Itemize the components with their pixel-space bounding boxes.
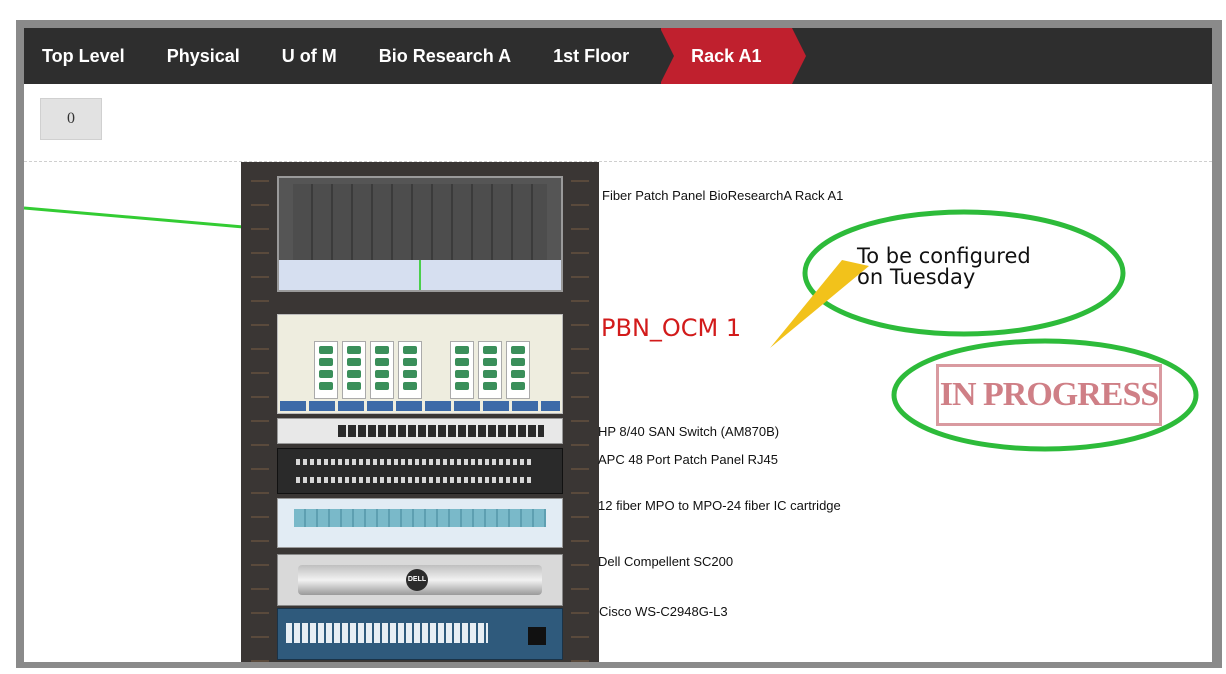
window-frame: Top Level Physical U of M Bio Research A… [16,20,1222,668]
device-label-pbn-ocm[interactable]: PBN_OCM 1 [601,314,741,342]
mpo-cartridge-device[interactable] [277,498,563,548]
rack-view: Top Level Physical U of M Bio Research A… [24,28,1212,662]
breadcrumb: Top Level Physical U of M Bio Research A… [24,28,1212,84]
device-label-mpo-cartridge[interactable]: 12 fiber MPO to MPO-24 fiber IC cartridg… [598,498,841,513]
device-label-fiber-panel[interactable]: Fiber Patch Panel BioResearchA Rack A1 [602,188,843,203]
annotation-note-line2: on Tuesday [857,265,976,289]
breadcrumb-1st-floor[interactable]: 1st Floor [535,28,653,84]
device-label-apc-panel[interactable]: APC 48 Port Patch Panel RJ45 [598,452,778,467]
rack-rail-left [251,172,269,662]
rack-a1: DELL [241,162,599,662]
breadcrumb-u-of-m[interactable]: U of M [264,28,361,84]
in-progress-stamp: IN PROGRESS [936,364,1162,426]
fiber-patch-panel-device[interactable] [277,176,563,292]
annotation-note: To be configured on Tuesday [857,246,1031,288]
device-label-dell-compellent[interactable]: Dell Compellent SC200 [598,554,733,569]
rack-rail-right [571,172,589,662]
cisco-switch-device[interactable] [277,608,563,660]
device-label-hp-switch[interactable]: HP 8/40 SAN Switch (AM870B) [598,424,779,439]
device-label-cisco-switch[interactable]: Cisco WS-C2948G-L3 [599,604,728,619]
breadcrumb-top-level[interactable]: Top Level [24,28,149,84]
annotation-note-line1: To be configured [857,244,1031,268]
rack-canvas: DELL Fiber Patch Panel BioResearchA Rack… [24,162,1212,662]
dell-compellent-device[interactable]: DELL [277,554,563,606]
breadcrumb-rack-a1[interactable]: Rack A1 [660,28,806,84]
dell-logo: DELL [406,569,428,591]
apc-patch-panel-device[interactable] [277,448,563,494]
hp-san-switch-device[interactable] [277,418,563,444]
pbn-ocm-device[interactable] [277,314,563,414]
breadcrumb-physical[interactable]: Physical [149,28,264,84]
zoom-level-button[interactable]: 0 [40,98,102,140]
breadcrumb-bio-research-a[interactable]: Bio Research A [361,28,535,84]
